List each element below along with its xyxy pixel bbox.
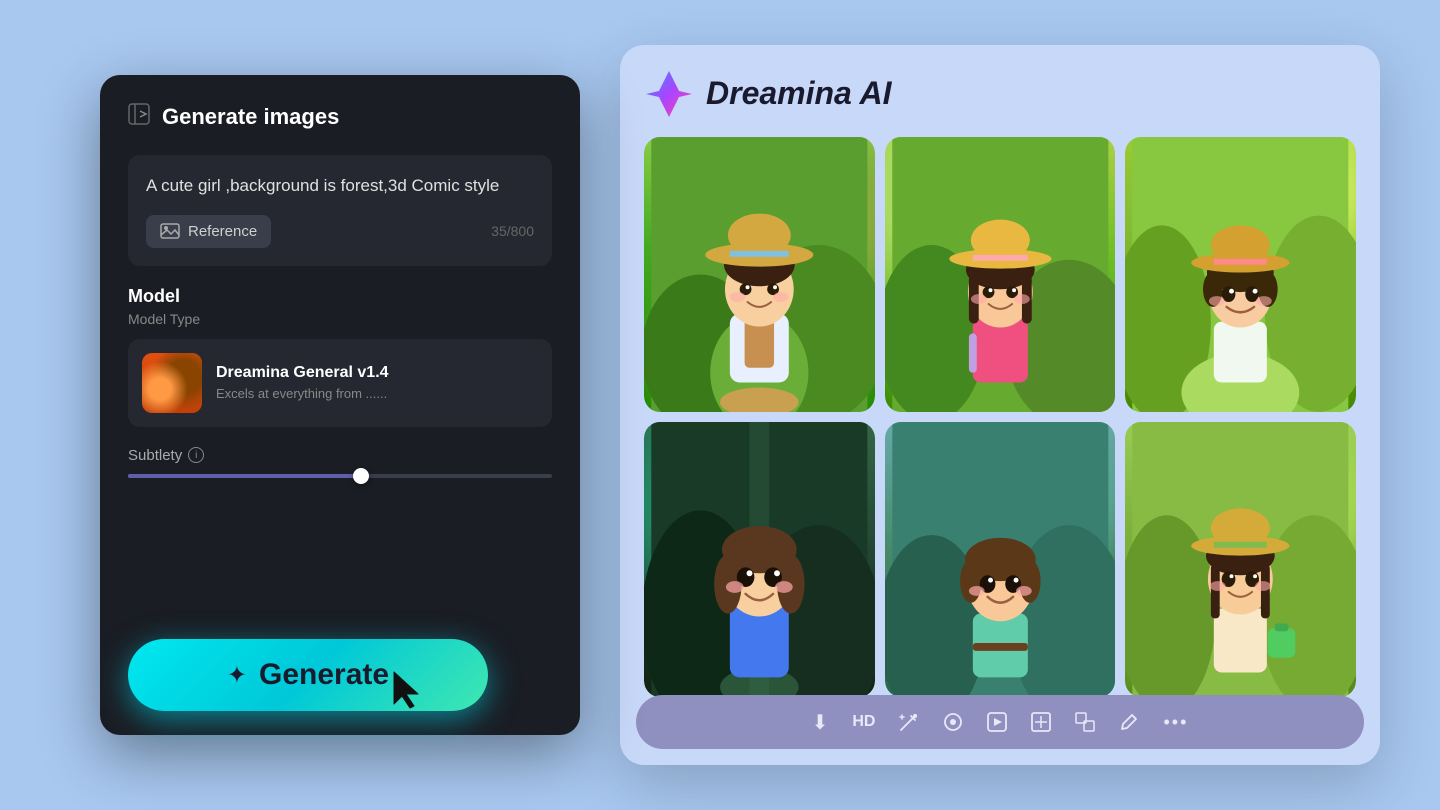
girl-image-6 bbox=[1125, 422, 1356, 697]
model-info: Dreamina General v1.4 Excels at everythi… bbox=[216, 364, 538, 401]
download-icon[interactable]: ⬇ bbox=[812, 710, 829, 735]
girl-illustration-1 bbox=[644, 137, 875, 412]
prompt-text: A cute girl ,background is forest,3d Com… bbox=[146, 173, 534, 199]
dreamina-logo bbox=[644, 69, 692, 117]
model-description: Excels at everything from ...... bbox=[216, 386, 538, 401]
image-4 bbox=[644, 422, 875, 697]
resize-icon[interactable] bbox=[1075, 712, 1095, 732]
char-count: 35/800 bbox=[491, 223, 534, 239]
image-6 bbox=[1125, 422, 1356, 697]
sidebar-icon bbox=[128, 103, 150, 131]
right-panel: Dreamina AI bbox=[570, 45, 1380, 765]
image-1 bbox=[644, 137, 875, 412]
girl-image-3 bbox=[1125, 137, 1356, 412]
left-panel: Generate images A cute girl ,background … bbox=[100, 75, 580, 735]
expand-icon[interactable] bbox=[1031, 712, 1051, 732]
mouse-cursor-icon bbox=[390, 670, 422, 710]
generate-star-icon: ✦ bbox=[227, 661, 247, 690]
generate-button-label: Generate bbox=[259, 658, 389, 692]
bottom-toolbar: ⬇ HD bbox=[636, 695, 1364, 749]
girl-image-1 bbox=[644, 137, 875, 412]
reference-label: Reference bbox=[188, 223, 257, 240]
erase-icon[interactable] bbox=[943, 712, 963, 732]
model-thumbnail-image bbox=[142, 353, 202, 413]
reference-row: Reference 35/800 bbox=[146, 215, 534, 248]
image-5 bbox=[885, 422, 1116, 697]
subtlety-slider[interactable] bbox=[128, 474, 552, 478]
edit-icon[interactable] bbox=[1119, 712, 1139, 732]
slider-fill bbox=[128, 474, 361, 478]
model-name: Dreamina General v1.4 bbox=[216, 364, 538, 382]
cursor-arrow bbox=[390, 670, 422, 715]
panel-header: Generate images bbox=[128, 103, 552, 131]
dreamina-header: Dreamina AI bbox=[644, 69, 1356, 117]
girl-illustration-2 bbox=[885, 137, 1116, 412]
girl-image-5 bbox=[885, 422, 1116, 697]
play-icon[interactable] bbox=[987, 712, 1007, 732]
girl-illustration-3 bbox=[1125, 137, 1356, 412]
generate-button-container: ✦ Generate bbox=[128, 639, 488, 711]
girl-illustration-4 bbox=[644, 422, 875, 697]
girl-illustration-5 bbox=[885, 422, 1116, 697]
hd-icon[interactable]: HD bbox=[852, 713, 875, 731]
model-thumbnail bbox=[142, 353, 202, 413]
image-grid bbox=[644, 137, 1356, 697]
dreamina-logo-svg bbox=[644, 69, 694, 119]
slider-thumb[interactable] bbox=[353, 468, 369, 484]
panel-title: Generate images bbox=[162, 104, 339, 130]
girl-illustration-6 bbox=[1125, 422, 1356, 697]
subtlety-section: Subtlety i bbox=[128, 447, 552, 478]
image-3 bbox=[1125, 137, 1356, 412]
dreamina-title: Dreamina AI bbox=[706, 75, 892, 112]
prompt-box: A cute girl ,background is forest,3d Com… bbox=[128, 155, 552, 266]
info-icon: i bbox=[188, 447, 204, 463]
girl-image-4 bbox=[644, 422, 875, 697]
model-type-label: Model Type bbox=[128, 311, 552, 327]
model-section: Model Model Type Dreamina General v1.4 E… bbox=[128, 286, 552, 427]
image-2 bbox=[885, 137, 1116, 412]
model-card[interactable]: Dreamina General v1.4 Excels at everythi… bbox=[128, 339, 552, 427]
model-label: Model bbox=[128, 286, 552, 307]
subtlety-label: Subtlety i bbox=[128, 447, 552, 464]
reference-button[interactable]: Reference bbox=[146, 215, 271, 248]
more-icon[interactable]: ••• bbox=[1163, 712, 1188, 733]
reference-icon bbox=[160, 223, 180, 239]
girl-image-2 bbox=[885, 137, 1116, 412]
generate-button[interactable]: ✦ Generate bbox=[128, 639, 488, 711]
magic-wand-icon[interactable] bbox=[899, 712, 919, 732]
